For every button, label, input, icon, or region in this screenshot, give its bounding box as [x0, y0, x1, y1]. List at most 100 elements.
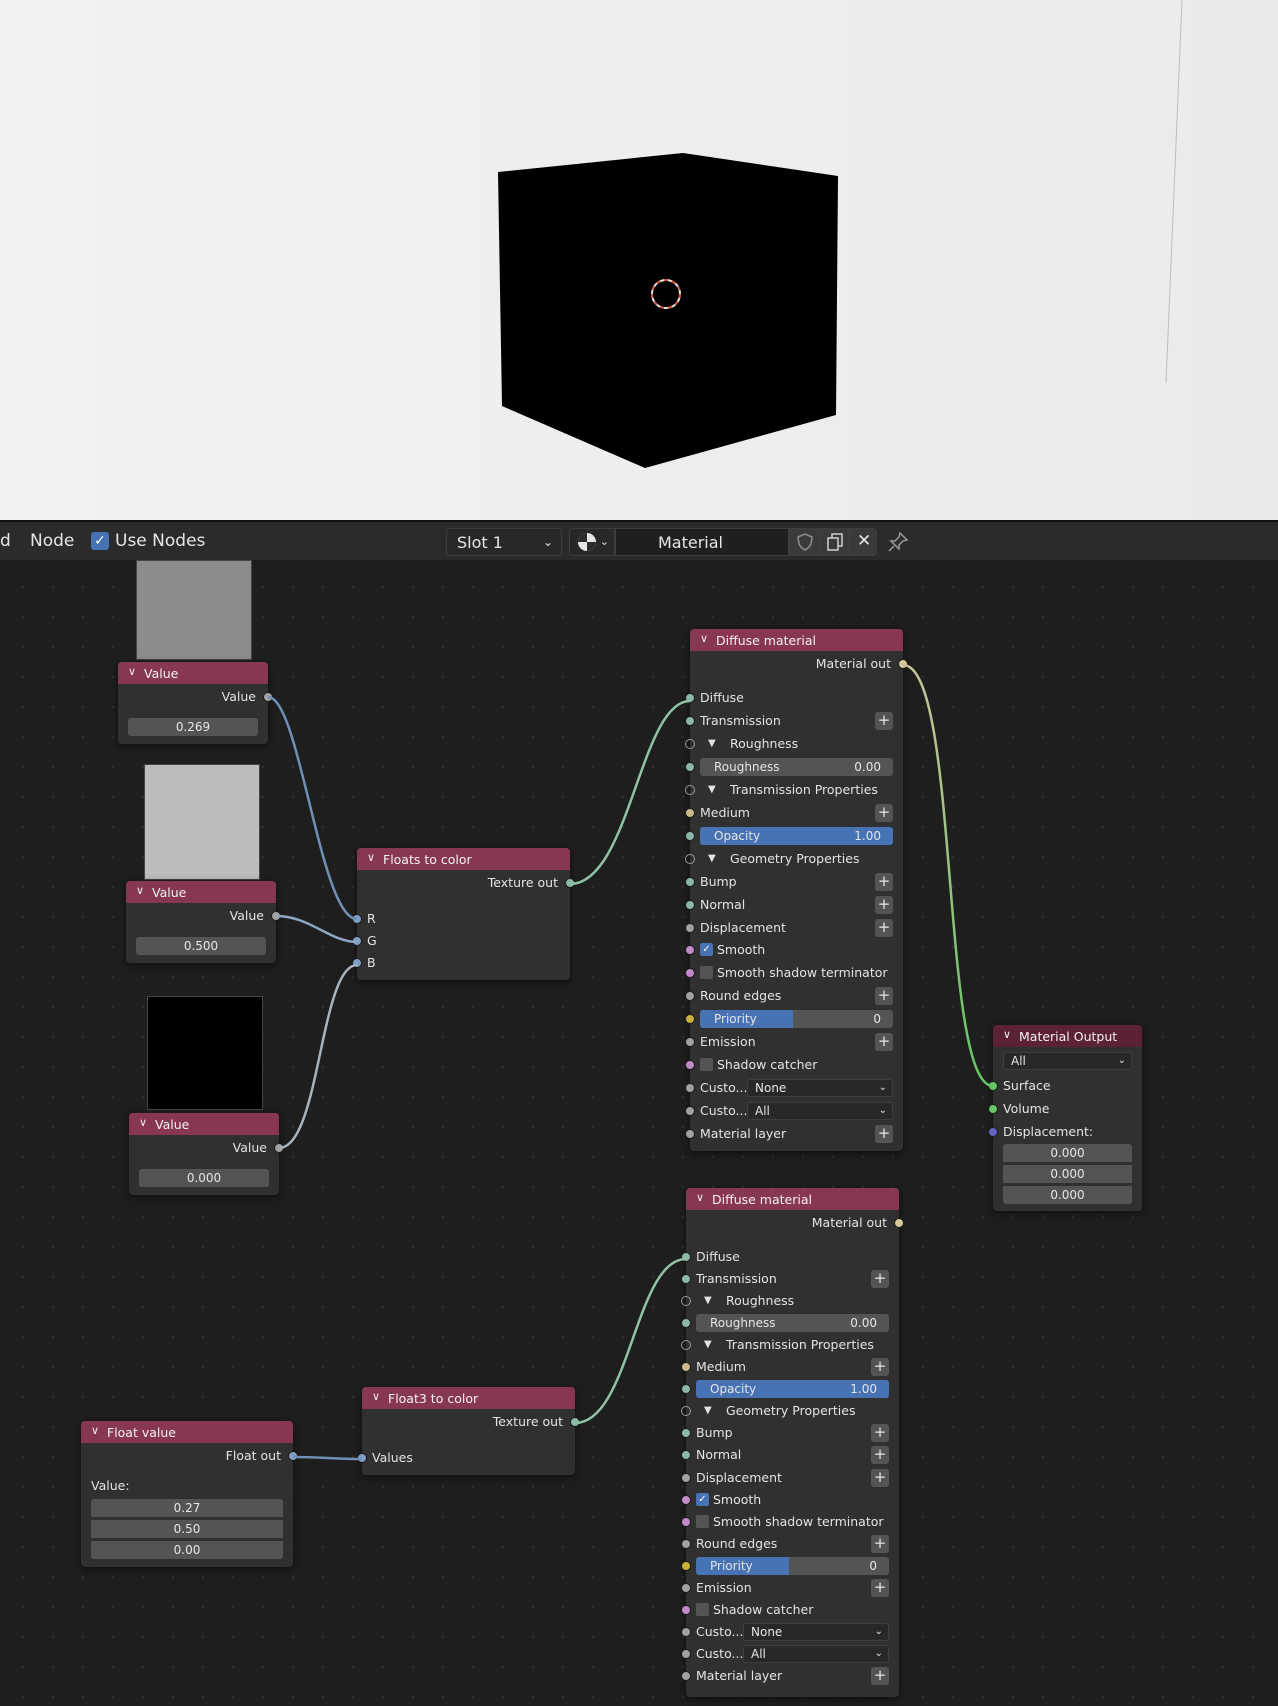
panel-transmission_props[interactable]: ▼ Transmission Properties	[685, 779, 903, 801]
panel-geometry_props[interactable]: ▼ Geometry Properties	[681, 1400, 899, 1422]
view-menu[interactable]: d	[0, 531, 11, 551]
input-socket[interactable]	[685, 922, 695, 933]
input-socket[interactable]	[681, 1582, 691, 1593]
input-socket[interactable]	[685, 1014, 695, 1025]
input-socket[interactable]	[685, 715, 695, 726]
collapse-chevron-icon[interactable]: ∨	[696, 1191, 704, 1204]
add-node-button[interactable]: +	[871, 1534, 889, 1553]
slider-priority_label[interactable]: Priority 0	[696, 1556, 889, 1575]
input-socket[interactable]	[681, 1252, 691, 1262]
input-socket[interactable]	[685, 899, 695, 910]
input-socket[interactable]	[685, 830, 695, 841]
input-socket[interactable]	[681, 1428, 691, 1439]
input-socket[interactable]	[685, 1083, 695, 1094]
input-socket[interactable]	[681, 1604, 691, 1615]
add-node-button[interactable]: +	[875, 1125, 893, 1144]
slot-dropdown[interactable]: Slot 1 ⌄	[446, 528, 562, 556]
input-socket[interactable]	[685, 807, 695, 818]
input-socket-b[interactable]	[352, 958, 362, 968]
input-socket[interactable]	[681, 1274, 691, 1285]
input-socket[interactable]	[685, 1129, 695, 1140]
collapse-chevron-icon[interactable]: ∨	[136, 884, 144, 897]
node-header[interactable]: ∨ Float value	[81, 1421, 293, 1443]
checkbox[interactable]	[700, 1058, 713, 1072]
add-node-button[interactable]: +	[871, 1358, 889, 1377]
node-header[interactable]: ∨ Diffuse material	[690, 629, 903, 651]
add-node-button[interactable]: +	[871, 1270, 889, 1289]
pin-button[interactable]	[886, 530, 910, 554]
collapse-chevron-icon[interactable]: ∨	[367, 851, 375, 864]
select-dropdown[interactable]: All ⌄	[747, 1102, 893, 1121]
panel-geometry_props[interactable]: ▼ Geometry Properties	[685, 848, 903, 870]
disp-z-field[interactable]: 0.000	[1003, 1186, 1132, 1204]
output-socket[interactable]	[288, 1451, 298, 1461]
checkbox[interactable]: ✓	[700, 943, 713, 957]
panel-roughness_group[interactable]: ▼ Roughness	[681, 1290, 899, 1312]
output-socket[interactable]	[263, 692, 273, 702]
value-node-1[interactable]: ∨ Value Value 0.269	[118, 662, 273, 744]
node-header[interactable]: ∨ Floats to color	[357, 848, 570, 870]
output-socket[interactable]	[271, 911, 281, 921]
input-socket[interactable]	[681, 1318, 691, 1329]
slider-roughness_label[interactable]: Roughness 0.00	[696, 1314, 889, 1333]
checkbox[interactable]	[700, 966, 713, 980]
add-node-button[interactable]: +	[871, 1578, 889, 1597]
use-nodes-checkbox[interactable]: ✓	[91, 532, 109, 550]
output-socket[interactable]	[274, 1143, 284, 1153]
node-header[interactable]: ∨ Value	[126, 881, 276, 903]
output-socket[interactable]	[894, 1218, 904, 1228]
collapse-chevron-icon[interactable]: ∨	[1003, 1028, 1011, 1041]
add-node-button[interactable]: +	[875, 803, 893, 822]
add-node-button[interactable]: +	[875, 1033, 893, 1052]
floats-to-color-node[interactable]: ∨ Floats to color Texture out R G B	[352, 848, 575, 980]
input-socket[interactable]	[681, 1472, 691, 1483]
add-node-button[interactable]: +	[871, 1424, 889, 1443]
checkbox[interactable]	[696, 1514, 709, 1528]
input-socket[interactable]	[685, 991, 695, 1002]
add-node-button[interactable]: +	[871, 1446, 889, 1465]
input-socket-displacement[interactable]	[988, 1127, 998, 1137]
input-socket[interactable]	[685, 876, 695, 887]
input-socket[interactable]	[681, 1494, 691, 1505]
collapse-chevron-icon[interactable]: ∨	[139, 1116, 147, 1129]
input-socket[interactable]	[685, 761, 695, 772]
diffuse-material-node-2[interactable]: ∨ Diffuse material Material out Diffuse Tran…	[681, 1188, 904, 1697]
input-socket-r[interactable]	[352, 914, 362, 924]
input-socket-g[interactable]	[352, 936, 362, 946]
input-socket[interactable]	[681, 1362, 691, 1373]
node-menu[interactable]: Node	[30, 531, 74, 551]
panel-transmission_props[interactable]: ▼ Transmission Properties	[681, 1334, 899, 1356]
new-material-button[interactable]	[819, 528, 849, 556]
output-socket[interactable]	[565, 878, 575, 888]
input-socket-surface[interactable]	[988, 1081, 998, 1091]
float-value-node[interactable]: ∨ Float value Float out Value: 0.27 0.50 …	[81, 1421, 298, 1567]
diffuse-material-node-1[interactable]: ∨ Diffuse material Material out Diffuse Tran…	[685, 629, 908, 1151]
input-socket[interactable]	[685, 968, 695, 979]
input-socket[interactable]	[681, 1538, 691, 1549]
select-dropdown[interactable]: None ⌄	[743, 1622, 889, 1641]
value-field[interactable]: 0.500	[136, 937, 266, 955]
material-name-field[interactable]: Material	[615, 528, 789, 556]
output-socket[interactable]	[570, 1417, 580, 1427]
slider-opacity_label[interactable]: Opacity 1.00	[696, 1380, 889, 1399]
collapse-chevron-icon[interactable]: ∨	[700, 632, 708, 645]
input-socket[interactable]	[681, 1450, 691, 1461]
node-header[interactable]: ∨ Value	[118, 662, 268, 684]
value-x-field[interactable]: 0.27	[91, 1499, 283, 1517]
add-node-button[interactable]: +	[875, 895, 893, 914]
select-dropdown[interactable]: All ⌄	[743, 1644, 889, 1663]
output-socket[interactable]	[898, 659, 908, 669]
node-header[interactable]: ∨ Material Output	[993, 1025, 1142, 1047]
checkbox[interactable]	[696, 1602, 709, 1616]
fake-user-button[interactable]	[789, 528, 819, 556]
add-node-button[interactable]: +	[871, 1468, 889, 1487]
input-socket[interactable]	[681, 1516, 691, 1527]
slider-roughness_label[interactable]: Roughness 0.00	[700, 757, 893, 776]
input-socket[interactable]	[681, 1384, 691, 1395]
node-header[interactable]: ∨ Value	[129, 1113, 279, 1135]
value-y-field[interactable]: 0.50	[91, 1520, 283, 1538]
browse-material-button[interactable]: ⌄	[569, 528, 615, 556]
input-socket[interactable]	[681, 1560, 691, 1571]
add-node-button[interactable]: +	[875, 872, 893, 891]
add-node-button[interactable]: +	[875, 918, 893, 937]
